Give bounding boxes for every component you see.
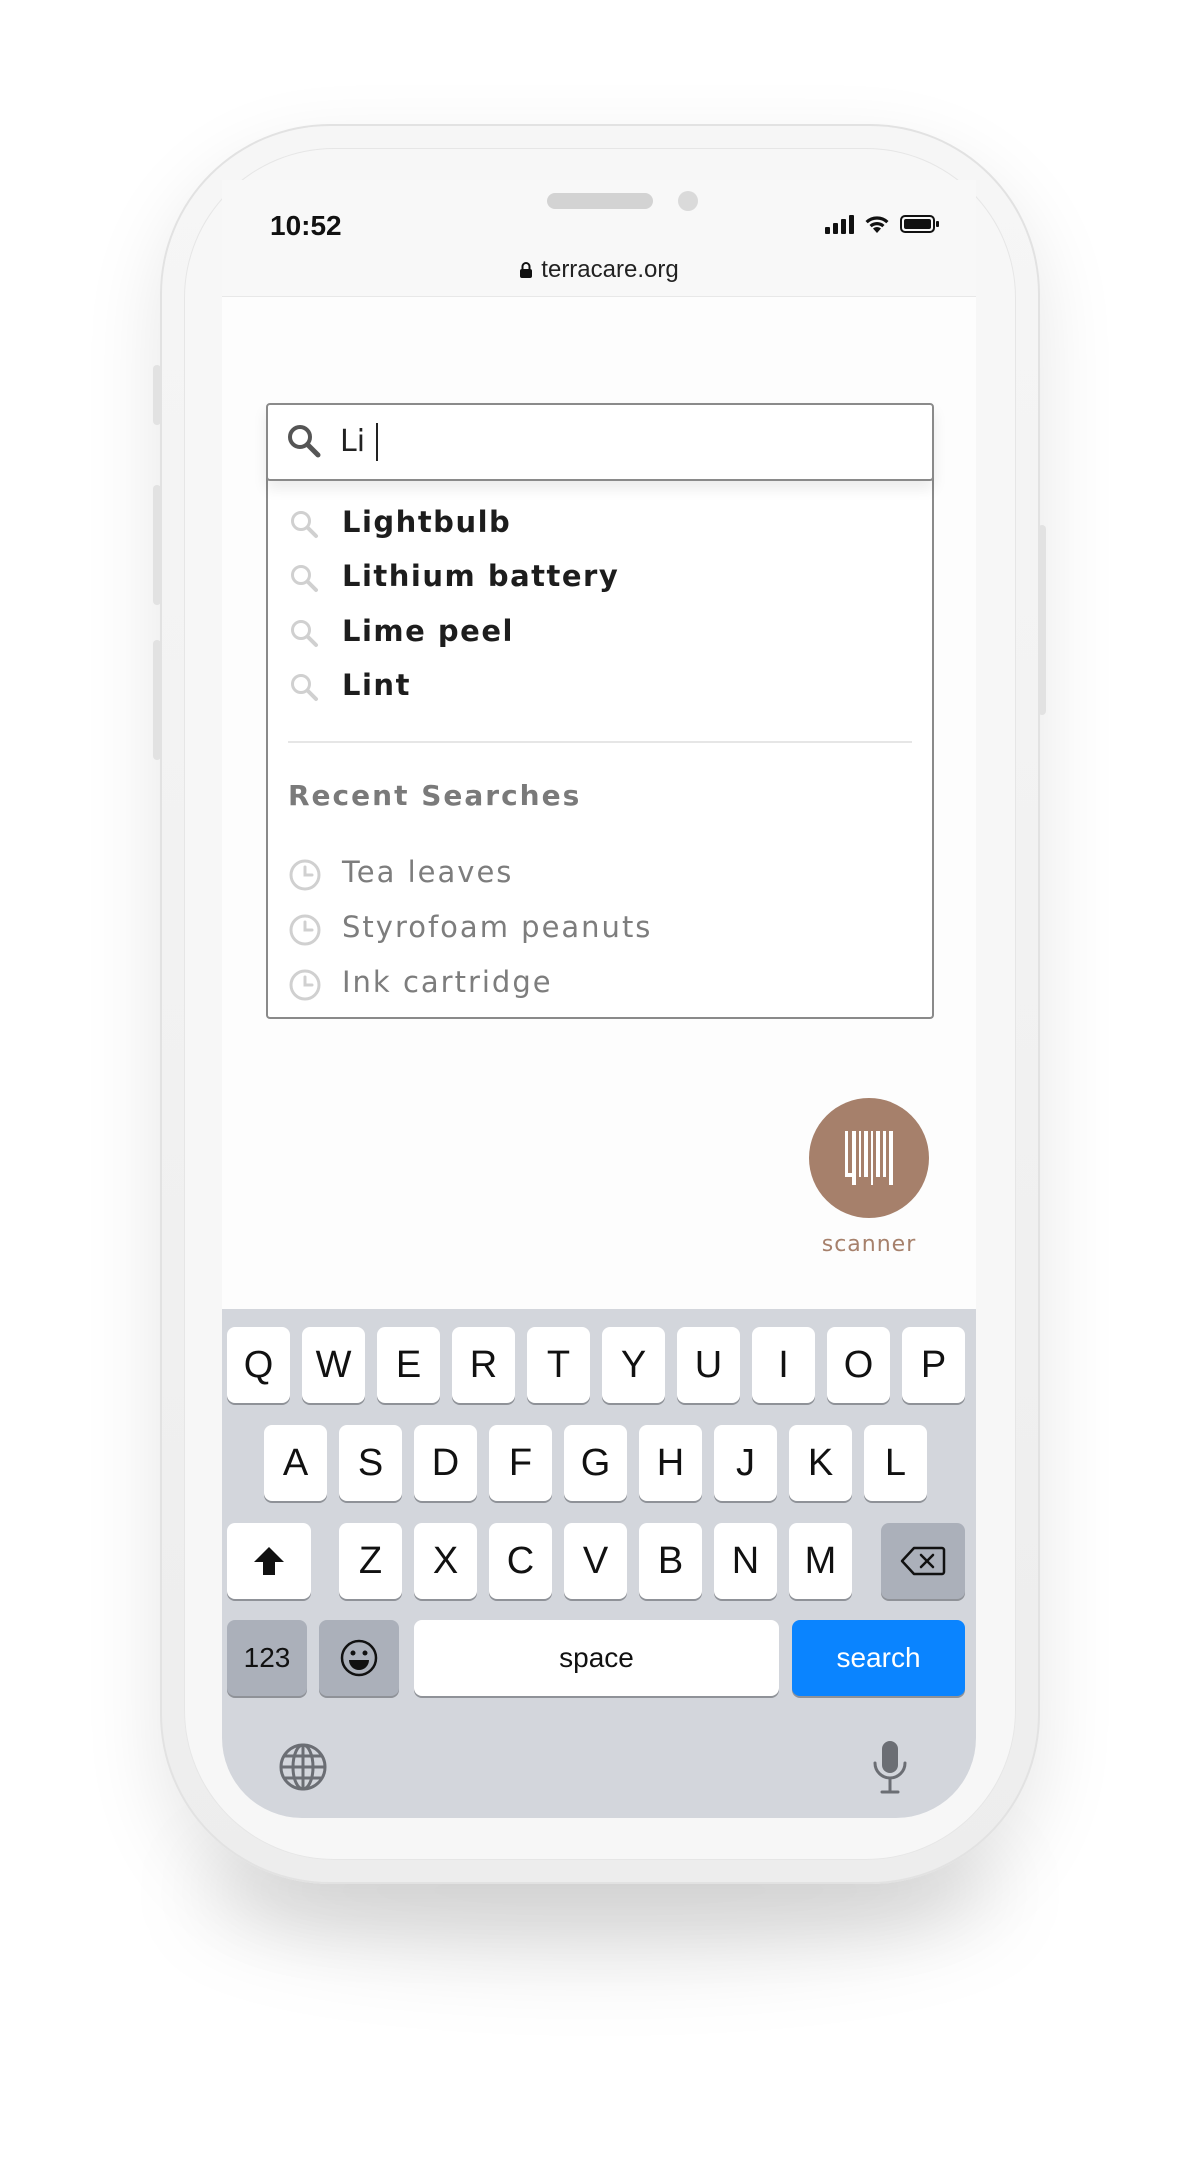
emoji-icon [340, 1639, 378, 1677]
search-icon [291, 511, 318, 538]
recent-searches-title: Recent Searches [288, 779, 582, 812]
autocomplete-dropdown: Lightbulb Lithium battery Lime peel Lint… [266, 477, 934, 1019]
power-button [1038, 525, 1046, 715]
clock-icon [289, 859, 321, 891]
key-b[interactable]: B [639, 1523, 702, 1599]
space-key[interactable]: space [414, 1620, 779, 1696]
microphone-icon[interactable] [872, 1739, 908, 1795]
key-m[interactable]: M [789, 1523, 852, 1599]
key-j[interactable]: J [714, 1425, 777, 1501]
wifi-icon [865, 216, 889, 233]
search-key[interactable]: search [792, 1620, 965, 1696]
earpiece-speaker [547, 193, 653, 209]
recent-search-label: Ink cartridge [342, 965, 553, 999]
key-d[interactable]: D [414, 1425, 477, 1501]
stage: 10:52 terracare.org Li Lightbulb Lithium… [0, 0, 1200, 2160]
key-o[interactable]: O [827, 1327, 890, 1403]
mute-switch [153, 365, 161, 425]
shift-key[interactable] [227, 1523, 311, 1599]
key-s[interactable]: S [339, 1425, 402, 1501]
keyboard: Q W E R T Y U I O P A S D F G H J K L Z … [222, 1309, 976, 1818]
recent-search-label: Tea leaves [342, 855, 514, 889]
suggestion-label: Lint [342, 668, 411, 702]
key-r[interactable]: R [452, 1327, 515, 1403]
suggestion-label: Lime peel [342, 614, 514, 648]
url-text: terracare.org [541, 256, 679, 283]
recent-search-item[interactable]: Styrofoam peanuts [268, 900, 932, 954]
recent-search-label: Styrofoam peanuts [342, 910, 653, 944]
key-q[interactable]: Q [227, 1327, 290, 1403]
search-icon [291, 674, 318, 701]
suggestion-item[interactable]: Lint [268, 658, 932, 712]
key-z[interactable]: Z [339, 1523, 402, 1599]
key-n[interactable]: N [714, 1523, 777, 1599]
key-g[interactable]: G [564, 1425, 627, 1501]
key-f[interactable]: F [489, 1425, 552, 1501]
suggestion-item[interactable]: Lime peel [268, 604, 932, 658]
key-c[interactable]: C [489, 1523, 552, 1599]
address-bar[interactable]: terracare.org [222, 256, 976, 284]
key-v[interactable]: V [564, 1523, 627, 1599]
clock-icon [289, 969, 321, 1001]
battery-icon [900, 215, 939, 233]
search-box[interactable] [266, 403, 934, 481]
status-icons [825, 214, 940, 234]
barcode-icon [845, 1131, 893, 1185]
status-time: 10:52 [270, 210, 342, 241]
numbers-key[interactable]: 123 [227, 1620, 307, 1696]
backspace-key[interactable] [881, 1523, 965, 1599]
front-camera [678, 191, 698, 211]
dropdown-divider [288, 741, 912, 743]
scanner-label: scanner [821, 1232, 917, 1257]
clock-icon [289, 914, 321, 946]
key-w[interactable]: W [302, 1327, 365, 1403]
key-p[interactable]: P [902, 1327, 965, 1403]
key-x[interactable]: X [414, 1523, 477, 1599]
key-k[interactable]: K [789, 1425, 852, 1501]
emoji-key[interactable] [319, 1620, 399, 1696]
scanner-button[interactable] [809, 1098, 929, 1218]
search-icon [291, 620, 318, 647]
key-e[interactable]: E [377, 1327, 440, 1403]
shift-icon [254, 1547, 284, 1575]
key-l[interactable]: L [864, 1425, 927, 1501]
search-icon [291, 565, 318, 592]
suggestion-label: Lightbulb [342, 505, 512, 539]
screen: 10:52 terracare.org Li Lightbulb Lithium… [222, 180, 976, 1818]
lock-icon [520, 262, 533, 278]
key-i[interactable]: I [752, 1327, 815, 1403]
suggestion-label: Lithium battery [342, 559, 620, 593]
suggestion-item[interactable]: Lightbulb [268, 495, 932, 549]
key-u[interactable]: U [677, 1327, 740, 1403]
recent-search-item[interactable]: Tea leaves [268, 845, 932, 899]
key-t[interactable]: T [527, 1327, 590, 1403]
text-caret [376, 423, 378, 461]
key-h[interactable]: H [639, 1425, 702, 1501]
search-icon [288, 425, 321, 458]
search-input[interactable] [340, 421, 900, 461]
key-a[interactable]: A [264, 1425, 327, 1501]
signal-icon [825, 214, 854, 234]
volume-up-button [153, 485, 161, 605]
backspace-icon [900, 1546, 946, 1576]
recent-search-item[interactable]: Ink cartridge [268, 955, 932, 1009]
globe-icon[interactable] [278, 1742, 328, 1792]
suggestion-item[interactable]: Lithium battery [268, 549, 932, 603]
volume-down-button [153, 640, 161, 760]
key-y[interactable]: Y [602, 1327, 665, 1403]
